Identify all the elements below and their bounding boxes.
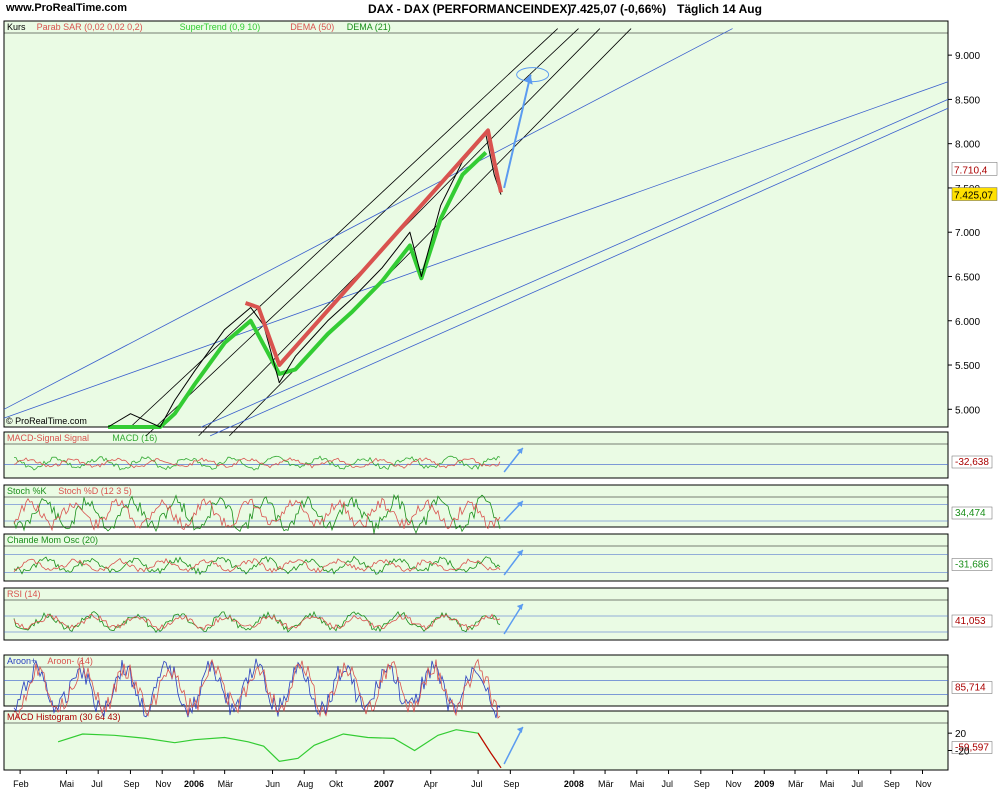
x-tick-label: Sep <box>503 779 519 789</box>
x-tick-label: Feb <box>13 779 29 789</box>
last-value-label: 41,053 <box>955 616 986 627</box>
x-tick-label: Jul <box>662 779 674 789</box>
legend-entry: Stoch %K <box>7 486 47 496</box>
y-tick-label: 8.000 <box>955 140 980 151</box>
x-tick-label: Nov <box>155 779 172 789</box>
x-tick-label: Jul <box>851 779 863 789</box>
panel-macdhist: MACD Histogram (30 64 43)-59,597 <box>3 710 993 771</box>
x-tick-label: Nov <box>916 779 933 789</box>
panel-frame <box>3 533 949 582</box>
x-tick-label: Mai <box>59 779 74 789</box>
x-tick-label: Mär <box>598 779 614 789</box>
macdhist-tick-label: -20 <box>955 747 970 758</box>
last-value-label: 85,714 <box>955 683 986 694</box>
x-tick-label: 2009 <box>754 779 774 789</box>
panel-price: Kurs Parab SAR (0,02 0,02 0,2) SuperTrend … <box>3 20 949 428</box>
x-tick-label: Jul <box>471 779 483 789</box>
x-tick-label: Mai <box>630 779 645 789</box>
legend-entry: MACD-Signal Signal <box>7 433 89 443</box>
watermark: © ProRealTime.com <box>6 416 87 426</box>
x-tick-label: Okt <box>329 779 344 789</box>
x-tick-label: Mai <box>820 779 835 789</box>
price-side-label: 7.710,4 <box>954 165 988 176</box>
panel-macd: MACD-Signal Signal MACD (16) -32,638 <box>3 431 993 479</box>
x-tick-label: Nov <box>726 779 743 789</box>
last-value-label: -32,638 <box>955 457 989 468</box>
x-tick-label: Apr <box>424 779 438 789</box>
x-tick-label: Aug <box>297 779 313 789</box>
price-side-label: 7.425,07 <box>954 191 993 202</box>
legend-entry: Kurs <box>7 22 26 32</box>
x-tick-label: 2007 <box>374 779 394 789</box>
x-tick-label: 2008 <box>564 779 584 789</box>
x-tick-label: 2006 <box>184 779 204 789</box>
panel-cmo: Chande Mom Osc (20) -31,686 <box>3 533 993 582</box>
y-tick-label: 5.500 <box>955 361 980 372</box>
x-tick-label: Sep <box>694 779 710 789</box>
y-tick-label: 9.000 <box>955 51 980 62</box>
legend-entry: DEMA (50) <box>290 22 334 32</box>
legend-entry: MACD Histogram (30 64 43) <box>7 712 121 722</box>
y-tick-label: 8.500 <box>955 95 980 106</box>
y-tick-label: 5.000 <box>955 405 980 416</box>
x-tick-label: Jun <box>266 779 281 789</box>
legend-entry: DEMA (21) <box>347 22 391 32</box>
last-value-label: -31,686 <box>955 560 989 571</box>
legend-entry: Aroon- (14) <box>47 656 93 666</box>
x-tick-label: Mär <box>218 779 234 789</box>
panel-frame <box>3 710 949 771</box>
y-tick-label: 7.000 <box>955 228 980 239</box>
legend-entry: MACD (16) <box>112 433 157 443</box>
x-tick-label: Jul <box>91 779 103 789</box>
legend-entry: RSI (14) <box>7 589 41 599</box>
x-tick-label: Sep <box>123 779 139 789</box>
legend-entry: Chande Mom Osc (20) <box>7 535 98 545</box>
macdhist-tick-label: 20 <box>955 729 967 740</box>
x-tick-label: Sep <box>884 779 900 789</box>
x-tick-label: Mär <box>788 779 804 789</box>
legend-entry: SuperTrend (0,9 10) <box>180 22 261 32</box>
panel-frame <box>3 20 949 428</box>
last-value-label: 34,474 <box>955 508 986 519</box>
y-tick-label: 6.500 <box>955 272 980 283</box>
chart-canvas[interactable]: Kurs Parab SAR (0,02 0,02 0,2) SuperTrend … <box>0 0 1000 800</box>
legend-entry: Parab SAR (0,02 0,02 0,2) <box>37 22 143 32</box>
legend-entry: Stoch %D (12 3 5) <box>58 486 132 496</box>
y-tick-label: 6.000 <box>955 317 980 328</box>
legend-entry: Aroon+ <box>7 656 36 666</box>
